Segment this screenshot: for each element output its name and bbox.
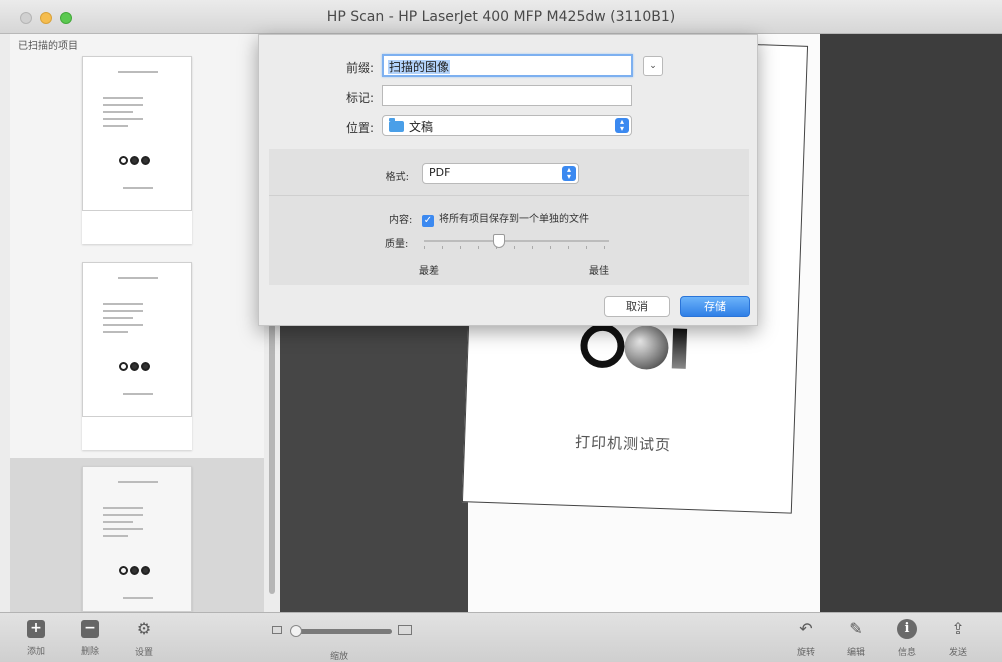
- name-field[interactable]: 扫描的图像: [382, 54, 633, 77]
- thumbnail-logo: [119, 150, 159, 165]
- scan-thumbnail-1[interactable]: [82, 56, 192, 244]
- hp-scan-window: HP Scan - HP LaserJet 400 MFP M425dw (31…: [0, 0, 1002, 662]
- zoom-slider-knob[interactable]: [290, 625, 302, 637]
- share-button[interactable]: ⇪ 发送: [938, 619, 978, 658]
- scan-thumbnail-3[interactable]: [82, 466, 192, 612]
- add-button[interactable]: + 添加: [16, 619, 56, 657]
- plus-square-icon: +: [27, 620, 45, 638]
- quality-label: 质量:: [385, 239, 409, 250]
- preview-right-margin: [820, 34, 1002, 612]
- thumbnail-logo: [119, 560, 159, 575]
- settings-button[interactable]: ⚙ 设置: [124, 619, 164, 658]
- folder-icon: [389, 118, 404, 132]
- popup-arrows-icon: ▴ ▾: [562, 166, 576, 181]
- location-label: 位置:: [345, 121, 374, 135]
- name-history-dropdown[interactable]: ⌄: [643, 56, 663, 76]
- location-value: 文稿: [409, 120, 434, 134]
- content-label: 内容:: [389, 215, 413, 226]
- minus-square-icon: −: [81, 620, 99, 638]
- single-file-checkbox[interactable]: ✓: [422, 215, 434, 227]
- popup-arrows-icon: ▴ ▾: [615, 118, 629, 133]
- save-dialog: 前缀: 扫描的图像 ⌄ 标记: 位置: 文稿 ▴ ▾ 格式: PDF ▴ ▾ 内容:…: [258, 34, 758, 326]
- page-caption: 打印机测试页: [574, 433, 672, 455]
- quality-max-label: 最佳: [589, 266, 609, 277]
- pencil-icon: ✎: [849, 619, 863, 638]
- scrollbar-thumb[interactable]: [269, 324, 275, 594]
- info-label: 信息: [897, 648, 916, 658]
- rotate-button[interactable]: ↶ 旋转: [786, 619, 826, 658]
- info-icon: i: [897, 619, 917, 639]
- zoom-in-icon[interactable]: [398, 625, 412, 635]
- scanned-items-sidebar: 已扫描的项目: [10, 34, 264, 612]
- test-page-logo: [579, 321, 702, 375]
- delete-button[interactable]: − 删除: [70, 619, 110, 657]
- add-label: 添加: [26, 647, 45, 657]
- thumbnail-page: [82, 56, 192, 211]
- zoom-label: 缩放: [330, 652, 349, 662]
- sidebar-header: 已扫描的项目: [18, 41, 78, 52]
- zoom-out-icon[interactable]: [272, 626, 282, 634]
- single-file-label: 将所有项目保存到一个单独的文件: [439, 214, 589, 225]
- share-icon: ⇪: [951, 619, 965, 638]
- name-value: 扫描的图像: [388, 60, 451, 74]
- gear-icon: ⚙: [136, 619, 152, 638]
- delete-label: 删除: [80, 647, 99, 657]
- share-label: 发送: [948, 648, 967, 658]
- thumbnail-logo: [119, 356, 159, 371]
- tags-field[interactable]: [382, 85, 632, 106]
- format-value: PDF: [429, 166, 451, 179]
- edit-button[interactable]: ✎ 编辑: [836, 619, 876, 658]
- edit-label: 编辑: [846, 648, 865, 658]
- thumbnail-page: [82, 262, 192, 417]
- quality-slider-ticks: [424, 246, 609, 249]
- cancel-button[interactable]: 取消: [604, 296, 670, 317]
- options-divider: [269, 195, 749, 196]
- rotate-left-icon: ↶: [799, 619, 813, 638]
- rotate-label: 旋转: [796, 648, 815, 658]
- thumbnail-page: [82, 466, 192, 612]
- format-label: 格式:: [385, 172, 409, 183]
- zoom-slider[interactable]: [297, 629, 392, 634]
- info-button[interactable]: i 信息: [887, 619, 927, 658]
- settings-label: 设置: [134, 648, 153, 658]
- scan-thumbnail-2[interactable]: [82, 262, 192, 450]
- save-button[interactable]: 存储: [680, 296, 750, 317]
- quality-slider-knob[interactable]: [493, 234, 505, 248]
- tags-label: 标记:: [345, 91, 374, 105]
- bottom-toolbar: + 添加 − 删除 ⚙ 设置 缩放 ↶ 旋转 ✎ 编辑 i 信息 ⇪ 发送: [0, 612, 1002, 662]
- format-popup[interactable]: PDF ▴ ▾: [422, 163, 579, 184]
- title-bar: HP Scan - HP LaserJet 400 MFP M425dw (31…: [0, 0, 1002, 34]
- save-single-file-option[interactable]: ✓ 将所有项目保存到一个单独的文件: [422, 210, 589, 227]
- name-label: 前缀:: [345, 61, 374, 75]
- quality-min-label: 最差: [419, 266, 439, 277]
- quality-slider[interactable]: [424, 240, 609, 242]
- window-title: HP Scan - HP LaserJet 400 MFP M425dw (31…: [326, 9, 676, 25]
- location-popup[interactable]: 文稿 ▴ ▾: [382, 115, 632, 136]
